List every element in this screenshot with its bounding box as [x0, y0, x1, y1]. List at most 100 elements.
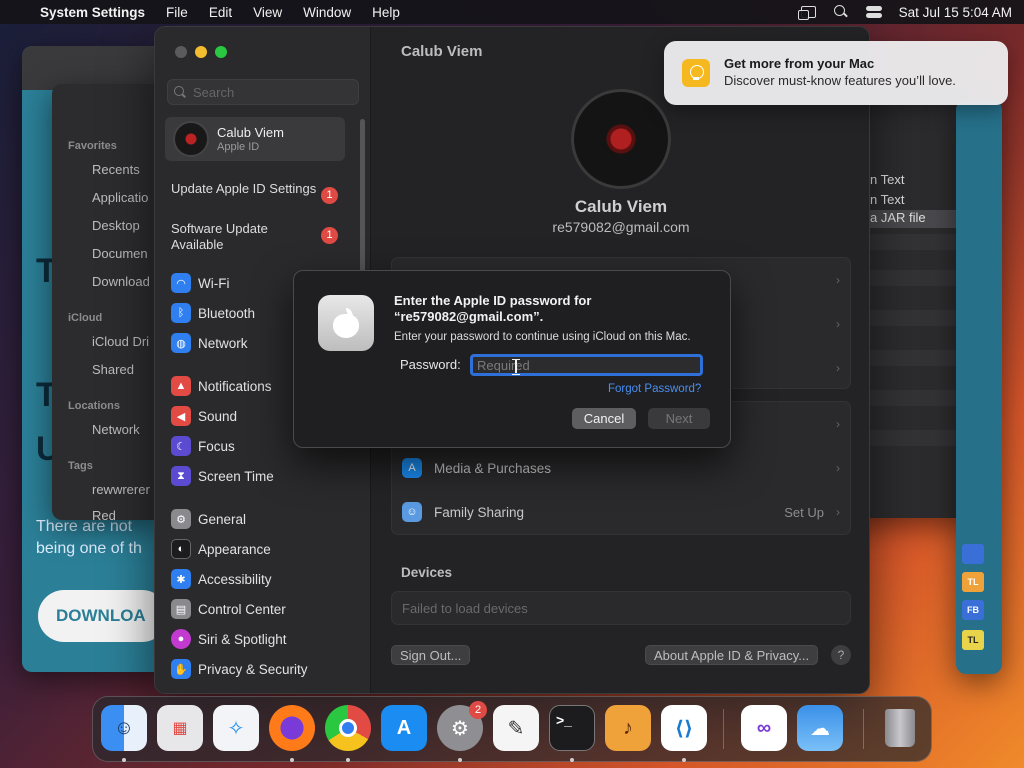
sidebar-item-appearance[interactable]: ◐ Appearance — [171, 538, 355, 560]
globe-icon: ◍ — [171, 333, 191, 353]
background-tile — [962, 544, 984, 564]
sidebar-search-input[interactable] — [193, 84, 343, 100]
weather-icon[interactable]: ☁ — [797, 705, 843, 751]
running-indicator — [122, 758, 126, 762]
menu-view[interactable]: View — [253, 5, 282, 20]
zoom-button[interactable] — [215, 46, 227, 58]
visual-studio-icon[interactable]: ∞ — [741, 705, 787, 751]
dialog-subtitle: Enter your password to continue using iC… — [394, 331, 691, 343]
search-icon — [174, 86, 186, 98]
tips-notification[interactable]: Get more from your Mac Discover must-kno… — [664, 41, 1008, 105]
sidebar-item-control-center[interactable]: ▤ Control Center — [171, 598, 355, 620]
devices-heading: Devices — [401, 565, 453, 580]
menu-clock[interactable]: Sat Jul 15 5:04 AM — [899, 5, 1012, 20]
screen-mirroring-icon[interactable] — [797, 6, 816, 20]
profile-avatar[interactable] — [571, 89, 671, 189]
menu-file[interactable]: File — [166, 5, 188, 20]
sidebar-item-accessibility[interactable]: ✱ Accessibility — [171, 568, 355, 590]
profile-email: re579082@gmail.com — [552, 219, 690, 235]
sidebar-item-general[interactable]: ⚙ General — [171, 508, 355, 530]
app-store-icon: A — [402, 458, 422, 478]
sidebar-item-siri-spotlight[interactable]: ● Siri & Spotlight — [171, 628, 355, 650]
menu-help[interactable]: Help — [372, 5, 400, 20]
sidebar-software-update[interactable]: Software Update Available — [171, 221, 321, 253]
launchpad-icon[interactable]: ▦ — [157, 705, 203, 751]
appearance-icon: ◐ — [171, 539, 191, 559]
hand-icon: ✋ — [171, 659, 191, 679]
menu-bar: System Settings File Edit View Window He… — [0, 0, 1024, 24]
control-center-icon: ▤ — [171, 599, 191, 619]
sign-out-button[interactable]: Sign Out... — [391, 645, 471, 665]
minimize-button[interactable] — [195, 46, 207, 58]
background-far-right-window[interactable]: TL FB TL — [956, 100, 1002, 674]
background-tile: TL — [962, 630, 984, 650]
sidebar-item-screen-time[interactable]: ⧗ Screen Time — [171, 465, 355, 487]
web-download-button[interactable]: DOWNLOA — [38, 590, 162, 642]
apple-logo-icon — [333, 308, 359, 338]
password-dialog: Enter the Apple ID password for “re57908… — [293, 270, 731, 448]
moon-icon: ☾ — [171, 436, 191, 456]
sidebar-item-privacy-security[interactable]: ✋ Privacy & Security — [171, 658, 355, 680]
cancel-button[interactable]: Cancel — [572, 408, 636, 429]
wifi-icon: ◠ — [171, 273, 191, 293]
finder-sidebar-item[interactable]: Network — [92, 422, 140, 437]
lightbulb-icon — [690, 65, 704, 81]
notification-body: Discover must-know features you’ll love. — [724, 73, 956, 88]
textedit-icon[interactable]: ✎ — [493, 705, 539, 751]
profile-name: Calub Viem — [574, 197, 668, 216]
chevron-right-icon: › — [836, 273, 840, 287]
running-indicator — [290, 758, 294, 762]
firefox-icon[interactable] — [269, 705, 315, 751]
gear-icon: ⚙ — [171, 509, 191, 529]
family-sharing-row[interactable]: ☺ Family Sharing Set Up › — [402, 490, 840, 534]
about-privacy-button[interactable]: About Apple ID & Privacy... — [645, 645, 819, 665]
family-icon: ☺ — [402, 502, 422, 522]
finder-sidebar-item[interactable]: Documen — [92, 246, 148, 261]
sidebar-item-apple-id[interactable]: Calub Viem Apple ID — [165, 117, 345, 161]
running-indicator — [682, 758, 686, 762]
garageband-icon[interactable]: ♪ — [605, 705, 651, 751]
menu-window[interactable]: Window — [303, 5, 351, 20]
close-button[interactable] — [175, 46, 187, 58]
menu-edit[interactable]: Edit — [209, 5, 232, 20]
dock-notification-badge: 2 — [469, 701, 487, 719]
finder-sidebar-item[interactable]: rewwrerer — [92, 482, 150, 497]
password-label: Password: — [400, 357, 461, 372]
chrome-icon[interactable] — [325, 705, 371, 751]
finder-sidebar-item[interactable]: Red — [92, 508, 116, 520]
background-tile: FB — [962, 600, 984, 620]
sidebar-search — [167, 79, 359, 105]
chevron-right-icon: › — [836, 505, 840, 519]
password-input[interactable] — [470, 354, 703, 376]
finder-sidebar-item[interactable]: Desktop — [92, 218, 140, 233]
bluetooth-icon: ᛒ — [171, 303, 191, 323]
finder-sidebar-item[interactable]: Download — [92, 274, 150, 289]
app-store-icon[interactable]: A — [381, 705, 427, 751]
bell-icon: ▲ — [171, 376, 191, 396]
sidebar-update-apple-id[interactable]: Update Apple ID Settings — [171, 181, 321, 197]
next-button[interactable]: Next — [648, 408, 710, 429]
menu-app-name[interactable]: System Settings — [40, 5, 145, 20]
control-center-icon[interactable] — [865, 5, 882, 19]
help-button[interactable]: ? — [831, 645, 851, 665]
terminal-icon[interactable]: >_ — [549, 705, 595, 751]
spotlight-search-icon[interactable] — [833, 5, 849, 19]
trash-icon[interactable] — [877, 705, 923, 751]
safari-icon[interactable]: ✧ — [213, 705, 259, 751]
chrome-center-icon — [339, 719, 357, 737]
finder-sidebar-item[interactable]: Recents — [92, 162, 140, 177]
finder-sidebar-item[interactable]: Applicatio — [92, 190, 148, 205]
page-title: Calub Viem — [401, 43, 483, 60]
finder-icon[interactable]: ☺ — [101, 705, 147, 751]
chevron-right-icon: › — [836, 317, 840, 331]
forgot-password-link[interactable]: Forgot Password? — [608, 383, 701, 395]
finder-sidebar-item[interactable]: Shared — [92, 362, 134, 377]
devices-status: Failed to load devices — [391, 591, 851, 625]
background-finder-window[interactable]: Favorites Recents Applicatio Desktop Doc… — [52, 84, 162, 520]
finder-sidebar-item[interactable]: iCloud Dri — [92, 334, 149, 349]
vscode-icon[interactable]: ⟨⟩ — [661, 705, 707, 751]
media-purchases-row[interactable]: A Media & Purchases › — [402, 446, 840, 490]
window-controls — [175, 46, 227, 58]
notification-title: Get more from your Mac — [724, 56, 875, 71]
dock-separator — [723, 709, 724, 749]
